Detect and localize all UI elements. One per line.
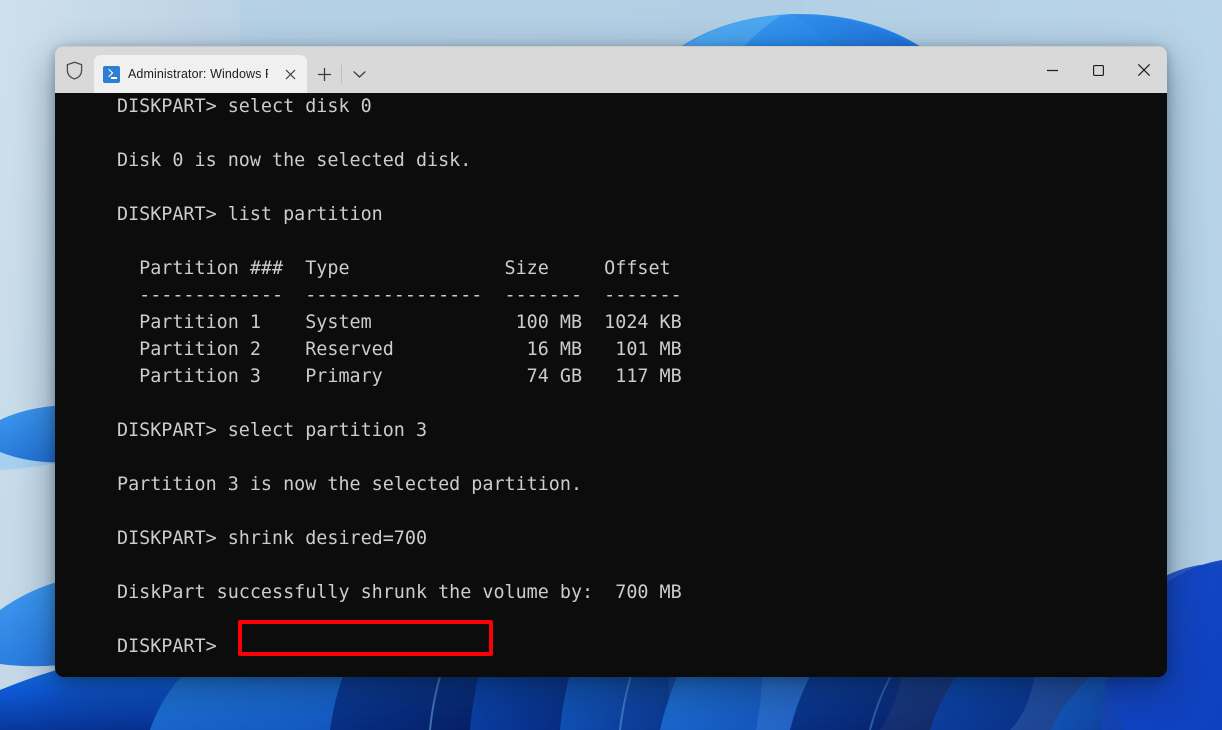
terminal-line: DISKPART> select disk 0	[117, 96, 372, 117]
terminal-line: Partition 3 is now the selected partitio…	[117, 474, 583, 495]
window-controls[interactable]	[1029, 47, 1167, 93]
terminal-window[interactable]: Administrator: Windows Powe	[55, 46, 1167, 677]
tab-dropdown-button[interactable]	[342, 55, 376, 93]
terminal-line: DISKPART>	[117, 636, 228, 657]
maximize-button[interactable]	[1075, 47, 1121, 93]
terminal-line: Partition 1 System 100 MB 1024 KB	[117, 312, 682, 333]
terminal-line: ------------- ---------------- ------- -…	[117, 285, 682, 306]
new-tab-button[interactable]	[307, 55, 341, 93]
tab-administrator-windows-powershell[interactable]: Administrator: Windows Powe	[94, 55, 307, 93]
tab-title: Administrator: Windows Powe	[128, 67, 268, 81]
powershell-icon	[103, 65, 120, 83]
window-titlebar[interactable]: Administrator: Windows Powe	[55, 46, 1167, 93]
terminal-line: Disk 0 is now the selected disk.	[117, 150, 472, 171]
terminal-line: DISKPART> shrink desired=700	[117, 528, 428, 549]
titlebar-drag-region[interactable]	[376, 47, 1029, 93]
terminal-line: DiskPart successfully shrunk the volume …	[117, 582, 682, 603]
close-icon[interactable]	[276, 60, 304, 88]
terminal-text: DISKPART> select disk 0 Disk 0 is now th…	[117, 93, 682, 660]
minimize-button[interactable]	[1029, 47, 1075, 93]
terminal-line: DISKPART> list partition	[117, 204, 383, 225]
terminal-line: DISKPART> select partition 3	[117, 420, 428, 441]
terminal-line: Partition 3 Primary 74 GB 117 MB	[117, 366, 682, 387]
window-close-button[interactable]	[1121, 47, 1167, 93]
terminal-line: Partition ### Type Size Offset	[117, 258, 671, 279]
terminal-output-pane[interactable]: DISKPART> select disk 0 Disk 0 is now th…	[55, 93, 1167, 677]
terminal-line: Partition 2 Reserved 16 MB 101 MB	[117, 339, 682, 360]
shield-icon	[55, 47, 94, 93]
